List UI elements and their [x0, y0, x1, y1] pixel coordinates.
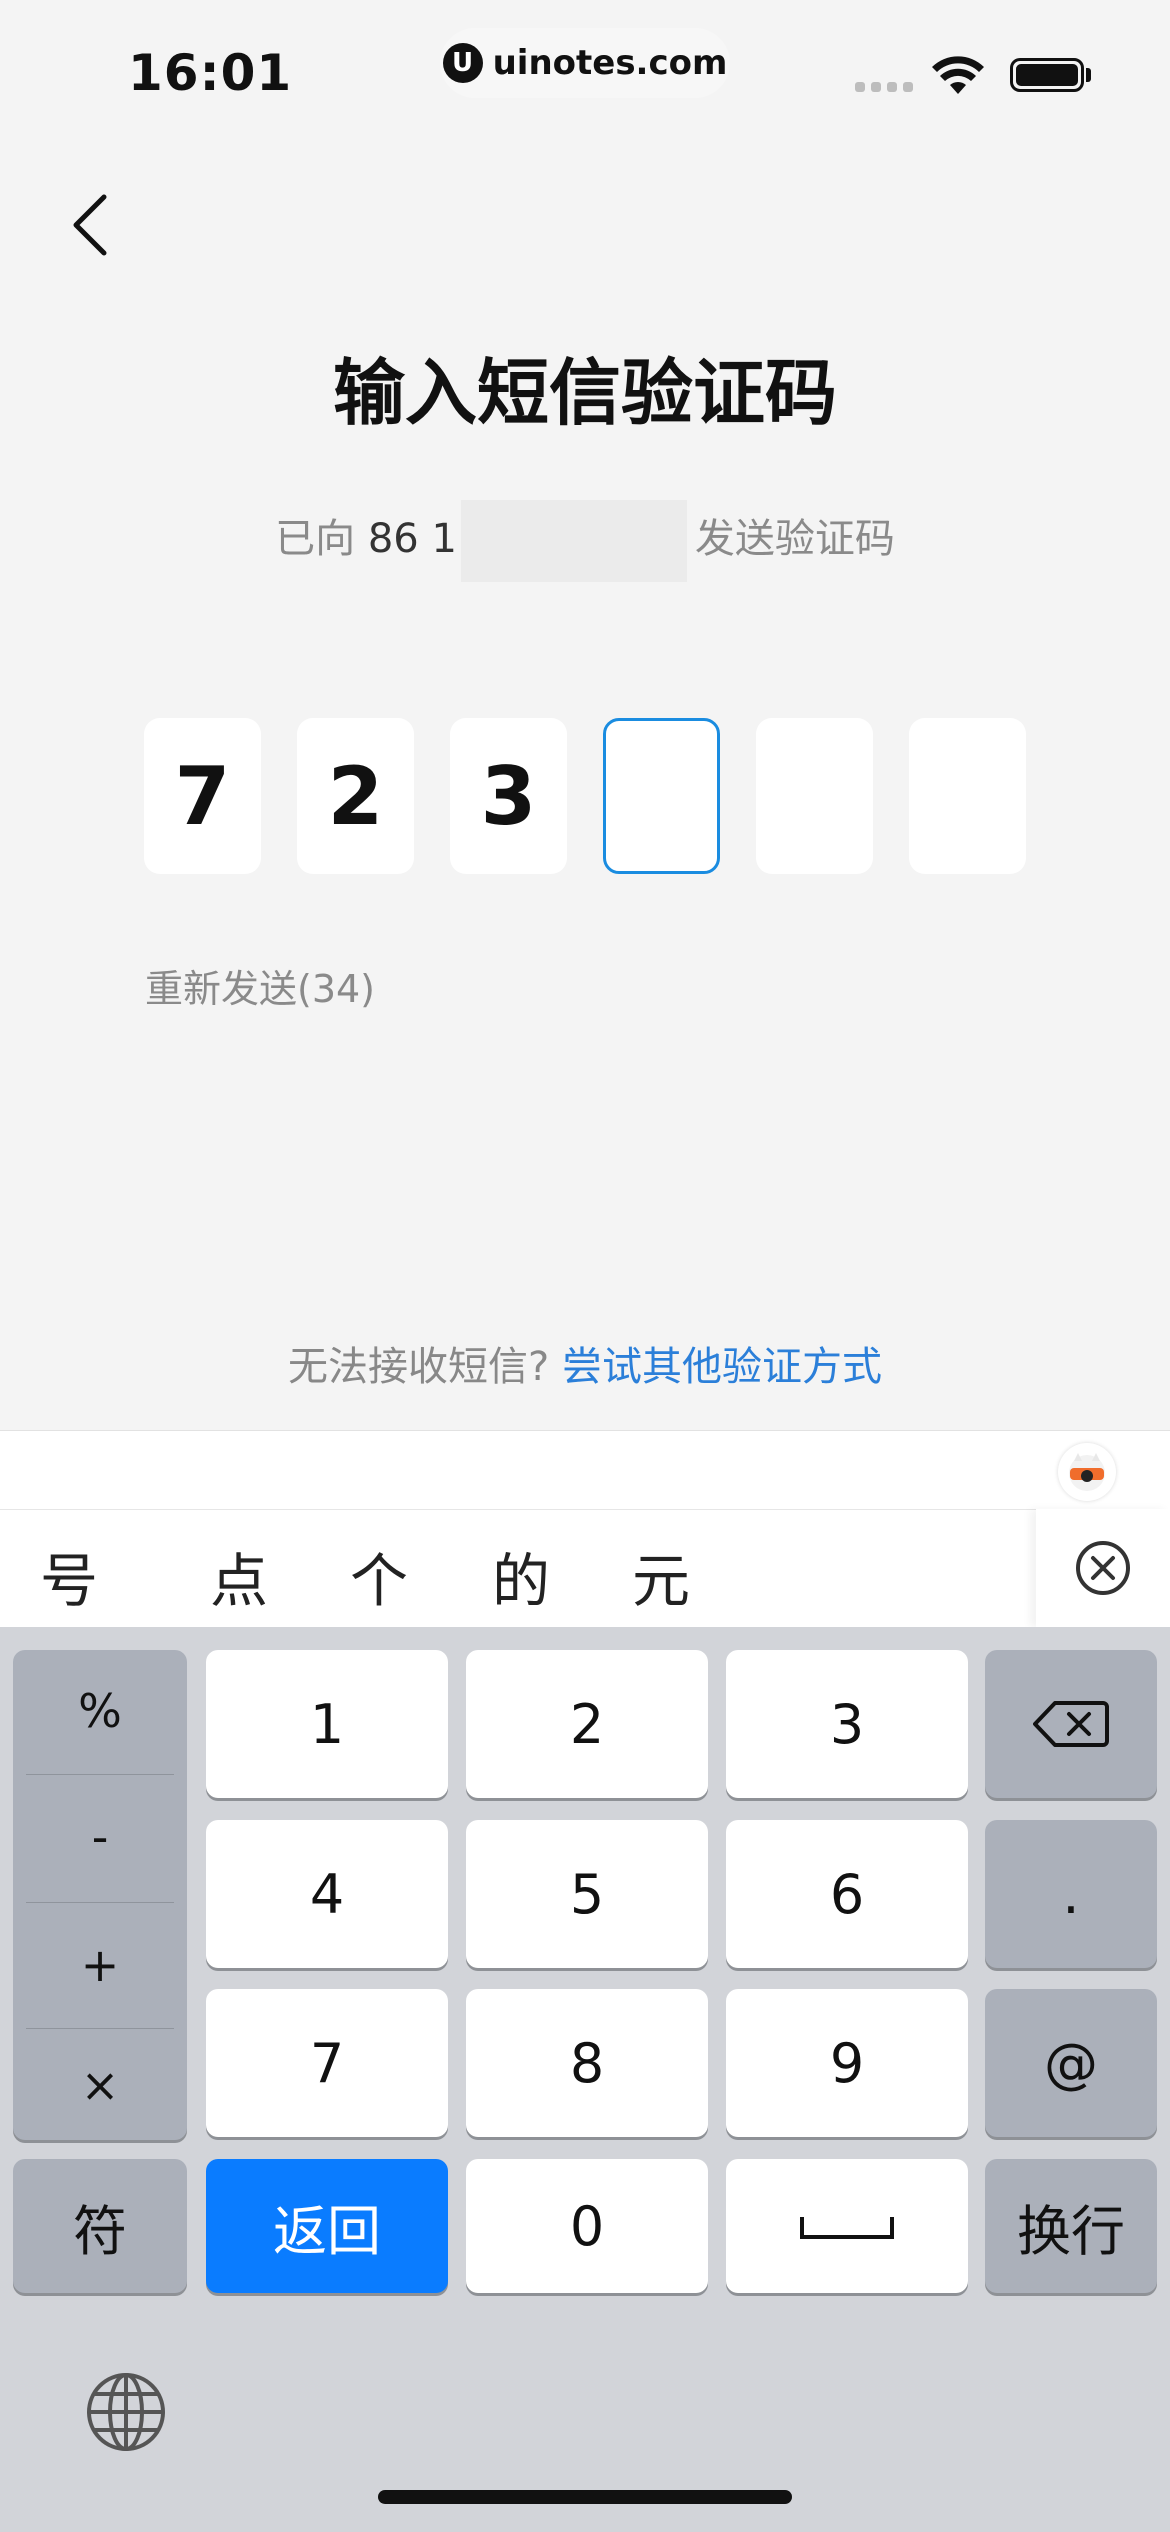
key-percent[interactable]: % — [13, 1650, 187, 1772]
candidate-bar — [0, 1509, 1170, 1628]
cannot-receive-text: 无法接收短信? — [288, 1344, 550, 1390]
key-times[interactable]: × — [13, 2030, 187, 2140]
phone-number: 86 1 — [367, 516, 457, 562]
key-7[interactable]: 7 — [206, 1989, 448, 2137]
chevron-left-icon — [73, 194, 107, 256]
key-1[interactable]: 1 — [206, 1650, 448, 1798]
key-dot[interactable]: . — [985, 1820, 1157, 1968]
code-digit-box[interactable]: 7 — [144, 718, 261, 874]
battery-icon — [1010, 58, 1084, 92]
cellular-signal-icon — [855, 82, 913, 92]
space-key[interactable] — [726, 2159, 968, 2293]
sent-notice: 已向 86 1 发送验证码 — [0, 500, 1170, 582]
key-5[interactable]: 5 — [466, 1820, 708, 1968]
key-3[interactable]: 3 — [726, 1650, 968, 1798]
status-time: 16:01 — [128, 44, 293, 102]
home-indicator — [378, 2490, 792, 2504]
space-icon — [800, 2217, 894, 2239]
key-minus[interactable]: - — [13, 1776, 187, 1898]
sent-suffix: 发送验证码 — [694, 516, 895, 562]
key-plus[interactable]: + — [13, 1904, 187, 2026]
back-button[interactable] — [60, 190, 120, 260]
key-symbols[interactable]: 符 — [13, 2159, 187, 2293]
key-at[interactable]: @ — [985, 1989, 1157, 2137]
code-input-row[interactable]: 7 2 3 — [144, 718, 1026, 874]
code-digit-box[interactable] — [756, 718, 873, 874]
code-digit-box[interactable]: 2 — [297, 718, 414, 874]
candidate-word[interactable]: 元 — [632, 1534, 690, 1618]
key-6[interactable]: 6 — [726, 1820, 968, 1968]
code-digit-box[interactable]: 3 — [450, 718, 567, 874]
keyboard-toolbar — [0, 1430, 1170, 1509]
candidate-close-button[interactable] — [1036, 1509, 1170, 1627]
sent-prefix: 已向 — [275, 516, 356, 562]
wifi-icon — [930, 56, 986, 100]
backspace-icon — [1033, 1701, 1109, 1747]
code-digit-box-active[interactable] — [603, 718, 720, 874]
key-9[interactable]: 9 — [726, 1989, 968, 2137]
url-text: uinotes.com — [492, 43, 728, 83]
keyboard-mascot-icon[interactable] — [1058, 1443, 1116, 1501]
site-logo-icon: U — [442, 43, 483, 83]
resend-countdown[interactable]: 重新发送(34) — [145, 958, 375, 1013]
candidate-word[interactable]: 个 — [350, 1534, 408, 1618]
newline-key[interactable]: 换行 — [985, 2159, 1157, 2293]
key-2[interactable]: 2 — [466, 1650, 708, 1798]
candidate-word[interactable]: 号 — [40, 1534, 98, 1618]
key-4[interactable]: 4 — [206, 1820, 448, 1968]
alt-verification: 无法接收短信? 尝试其他验证方式 — [0, 1334, 1170, 1392]
close-circle-icon — [1076, 1541, 1130, 1595]
return-key[interactable]: 返回 — [206, 2159, 448, 2293]
phone-mask — [460, 500, 687, 582]
url-pill[interactable]: U uinotes.com — [440, 28, 730, 98]
page-title: 输入短信验证码 — [332, 351, 837, 435]
candidate-word[interactable]: 点 — [210, 1534, 268, 1618]
try-other-method-link[interactable]: 尝试其他验证方式 — [562, 1344, 882, 1390]
key-0[interactable]: 0 — [466, 2159, 708, 2293]
delete-key[interactable] — [985, 1650, 1157, 1798]
candidate-word[interactable]: 的 — [492, 1534, 550, 1618]
code-digit-box[interactable] — [909, 718, 1026, 874]
key-8[interactable]: 8 — [466, 1989, 708, 2137]
battery-tip — [1086, 68, 1091, 82]
globe-icon[interactable] — [84, 2370, 168, 2454]
